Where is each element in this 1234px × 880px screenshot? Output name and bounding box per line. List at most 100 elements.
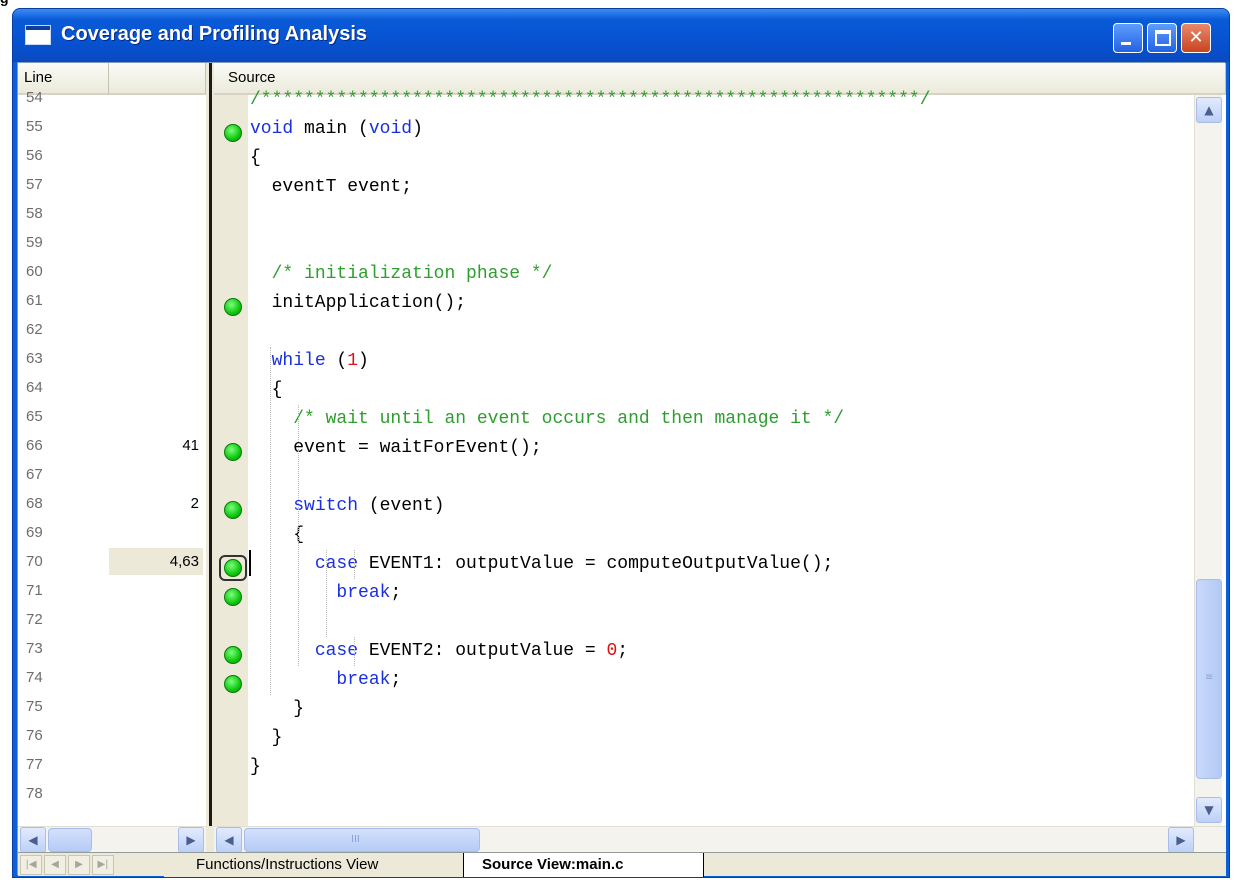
line-number: 67	[26, 466, 43, 483]
code-token: {	[250, 148, 261, 168]
line-number: 61	[26, 292, 43, 309]
line-number: 59	[26, 234, 43, 251]
window-title: Coverage and Profiling Analysis	[61, 23, 368, 45]
source-line[interactable]: case EVENT1: outputValue = computeOutput…	[250, 550, 834, 579]
source-line[interactable]: break;	[250, 666, 401, 695]
first-tab-button[interactable]: |◀	[20, 855, 42, 875]
last-tab-button[interactable]: ▶|	[92, 855, 114, 875]
code-token: {	[250, 380, 283, 400]
scroll-down-button[interactable]: ▼	[1196, 797, 1222, 823]
source-line[interactable]: }	[250, 753, 261, 782]
line-number: 58	[26, 205, 43, 222]
scroll-up-button[interactable]: ▲	[1196, 97, 1222, 123]
chevron-right-icon: ▶	[186, 833, 196, 847]
code-token: ;	[390, 583, 402, 603]
source-line[interactable]: {	[250, 144, 261, 173]
comment-token: /* initialization phase */	[271, 264, 553, 284]
line-number: 63	[26, 350, 43, 367]
line-number: 70	[26, 553, 43, 570]
code-token: ;	[617, 641, 629, 661]
source-line[interactable]: /***************************************…	[250, 86, 931, 115]
source-line[interactable]: switch (event)	[250, 492, 444, 521]
keyword-token: void	[250, 119, 294, 139]
minimize-button[interactable]	[1113, 23, 1143, 53]
execution-count[interactable]: 41	[109, 432, 203, 459]
source-horizontal-scroll-thumb[interactable]: III	[244, 828, 480, 852]
column-header-count[interactable]	[109, 63, 206, 95]
line-number: 64	[26, 379, 43, 396]
coverage-dot-icon[interactable]	[224, 588, 242, 606]
coverage-dot-icon[interactable]	[224, 646, 242, 664]
chevron-right-icon: ▶	[1176, 833, 1186, 847]
source-line[interactable]: void main (void)	[250, 115, 423, 144]
code-token: }	[250, 699, 305, 719]
source-line[interactable]: {	[250, 521, 304, 550]
source-line[interactable]: /* wait until an event occurs and then m…	[250, 405, 844, 434]
source-line[interactable]: case EVENT2: outputValue = 0;	[250, 637, 628, 666]
coverage-dot-icon[interactable]	[224, 501, 242, 519]
tab-source-view-main-c[interactable]: Source View:main.c	[464, 853, 704, 877]
source-line[interactable]: while (1)	[250, 347, 369, 376]
execution-count[interactable]: 4,63	[109, 548, 203, 575]
source-line[interactable]: initApplication();	[250, 289, 466, 318]
line-number: 55	[26, 118, 43, 135]
source-line[interactable]: event = waitForEvent();	[250, 434, 541, 463]
indent-guide	[270, 347, 271, 695]
vertical-scrollbar[interactable]: ▲ ≡ ▼	[1194, 95, 1222, 826]
next-tab-button[interactable]: ▶	[68, 855, 90, 875]
line-count-pane[interactable]: Line 54 55 56 57 58 59 60 61 62 63 64 65 66 67 68 69 70 7…	[18, 63, 206, 826]
source-scroll-right-button[interactable]: ▶	[1168, 827, 1194, 853]
code-token: EVENT1: outputValue = computeOutputValue…	[358, 554, 834, 574]
source-line[interactable]: }	[250, 695, 304, 724]
source-horizontal-scrollbar[interactable]: ◀ III ▶	[214, 826, 1226, 853]
coverage-dot-icon[interactable]	[224, 675, 242, 693]
line-number: 69	[26, 524, 43, 541]
source-line[interactable]: }	[250, 724, 283, 753]
line-number: 76	[26, 727, 43, 744]
tab-functions-instructions-view[interactable]: Functions/Instructions View	[164, 853, 464, 877]
left-scroll-left-button[interactable]: ◀	[20, 827, 46, 853]
indent-guide	[298, 405, 299, 666]
source-line[interactable]: {	[250, 376, 283, 405]
chevron-down-icon: ▼	[1204, 803, 1214, 817]
line-number: 56	[26, 147, 43, 164]
coverage-profiling-window: Coverage and Profiling Analysis ✕ Line 5…	[12, 8, 1230, 878]
coverage-dot-icon[interactable]	[224, 298, 242, 316]
coverage-dot-icon[interactable]	[224, 124, 242, 142]
line-number: 57	[26, 176, 43, 193]
left-horizontal-scroll-thumb[interactable]	[48, 828, 92, 852]
source-line[interactable]: eventT event;	[250, 173, 412, 202]
code-token: )	[358, 351, 369, 371]
source-line[interactable]: /* initialization phase */	[250, 260, 553, 289]
code-token: EVENT2: outputValue =	[358, 641, 607, 661]
indent-guide	[326, 550, 327, 637]
previous-tab-button[interactable]: ◀	[44, 855, 66, 875]
line-number: 75	[26, 698, 43, 715]
keyword-token: break	[336, 670, 391, 690]
line-number: 78	[26, 785, 43, 802]
execution-count[interactable]: 2	[109, 490, 203, 517]
comment-token: /***************************************…	[250, 90, 931, 110]
source-pane[interactable]: Source ▲ ≡ ▼ /**************************…	[214, 63, 1226, 826]
pane-splitter[interactable]	[206, 63, 214, 826]
source-scroll-left-button[interactable]: ◀	[216, 827, 242, 853]
title-bar[interactable]: Coverage and Profiling Analysis ✕	[13, 9, 1229, 62]
grip-icon: ≡	[1205, 672, 1214, 683]
line-number: 68	[26, 495, 43, 512]
close-button[interactable]: ✕	[1181, 23, 1211, 53]
code-token: eventT event;	[250, 177, 413, 197]
vertical-scroll-thumb[interactable]: ≡	[1196, 579, 1222, 779]
left-horizontal-scrollbar[interactable]: ◀ ▶	[18, 826, 206, 853]
close-icon: ✕	[1188, 27, 1204, 48]
number-token: 0	[606, 641, 618, 661]
code-token: }	[250, 728, 283, 748]
left-scroll-right-button[interactable]: ▶	[178, 827, 204, 853]
code-token: }	[250, 757, 261, 777]
code-token: (	[325, 351, 348, 371]
maximize-button[interactable]	[1147, 23, 1177, 53]
coverage-dot-icon[interactable]	[224, 443, 242, 461]
keyword-token: while	[271, 351, 326, 371]
